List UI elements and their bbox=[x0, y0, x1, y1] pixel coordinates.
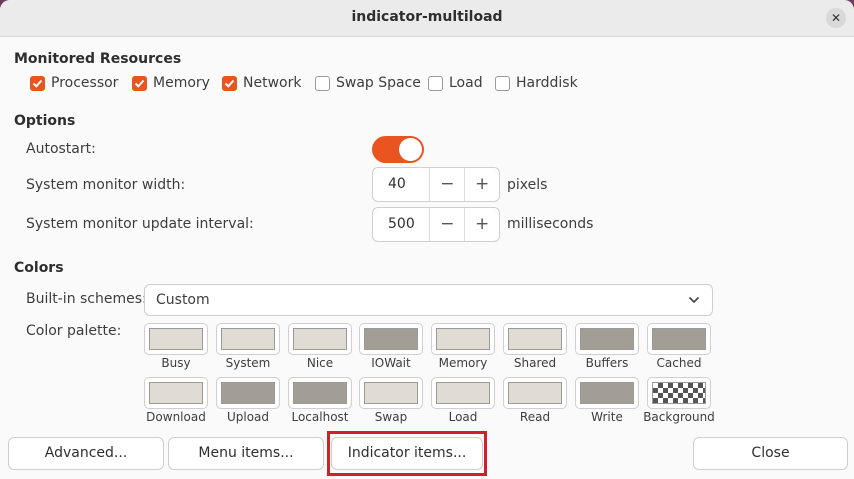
color-swatch-background[interactable] bbox=[647, 377, 711, 409]
checkbox-processor[interactable]: Processor bbox=[30, 75, 118, 91]
swatch-fill bbox=[652, 328, 706, 350]
interval-increment-button[interactable]: + bbox=[464, 208, 499, 241]
interval-label: System monitor update interval: bbox=[26, 216, 254, 232]
schemes-label: Built-in schemes: bbox=[26, 291, 147, 307]
autostart-label: Autostart: bbox=[26, 141, 96, 157]
highlight-box bbox=[327, 431, 487, 476]
swatch-label-load: Load bbox=[448, 410, 478, 424]
width-increment-button[interactable]: + bbox=[464, 168, 499, 201]
swatch-label-cached: Cached bbox=[656, 356, 702, 370]
color-swatch-load[interactable] bbox=[431, 377, 495, 409]
swatch-label-system: System bbox=[225, 356, 271, 370]
close-button[interactable]: Close bbox=[693, 437, 848, 470]
width-spinbutton[interactable]: 40 − + bbox=[372, 167, 500, 202]
checkbox-unchecked-icon bbox=[495, 75, 510, 91]
menu-items-button[interactable]: Menu items... bbox=[168, 437, 324, 470]
interval-unit: milliseconds bbox=[507, 216, 594, 232]
swatch-fill bbox=[508, 328, 562, 350]
swatch-fill bbox=[508, 382, 562, 404]
interval-decrement-button[interactable]: − bbox=[429, 208, 464, 241]
swatch-fill bbox=[364, 328, 418, 350]
preferences-window: indicator-multiload ✕ Monitored Resource… bbox=[0, 0, 854, 479]
color-swatch-download[interactable] bbox=[144, 377, 208, 409]
swatch-label-read: Read bbox=[519, 410, 551, 424]
checkbox-memory[interactable]: Memory bbox=[132, 75, 210, 91]
checkbox-load[interactable]: Load bbox=[428, 75, 483, 91]
swatch-label-buffers: Buffers bbox=[585, 356, 629, 370]
close-icon[interactable]: ✕ bbox=[826, 8, 846, 28]
checkbox-network[interactable]: Network bbox=[222, 75, 301, 91]
swatch-fill bbox=[221, 382, 275, 404]
swatch-label-background: Background bbox=[643, 410, 715, 424]
width-label: System monitor width: bbox=[26, 177, 186, 193]
checkbox-unchecked-icon bbox=[428, 75, 443, 91]
width-unit: pixels bbox=[507, 177, 548, 193]
swatch-fill bbox=[436, 328, 490, 350]
swatch-fill bbox=[436, 382, 490, 404]
checkbox-label: Swap Space bbox=[336, 75, 421, 91]
swatch-label-download: Download bbox=[146, 410, 206, 424]
schemes-dropdown[interactable]: Custom bbox=[144, 284, 713, 316]
palette-label: Color palette: bbox=[26, 323, 122, 339]
options-heading: Options bbox=[14, 113, 76, 129]
autostart-toggle[interactable] bbox=[372, 136, 424, 163]
color-swatch-iowait[interactable] bbox=[359, 323, 423, 355]
color-swatch-localhost[interactable] bbox=[288, 377, 352, 409]
swatch-fill bbox=[580, 382, 634, 404]
swatch-label-iowait: IOWait bbox=[371, 356, 411, 370]
chevron-down-icon bbox=[688, 296, 700, 304]
checkbox-label: Load bbox=[449, 75, 483, 91]
color-swatch-system[interactable] bbox=[216, 323, 280, 355]
swatch-fill bbox=[149, 328, 203, 350]
checkbox-unchecked-icon bbox=[315, 75, 330, 91]
checkbox-checked-icon bbox=[132, 75, 147, 91]
swatch-fill bbox=[580, 328, 634, 350]
checkbox-checked-icon bbox=[222, 75, 237, 91]
checkbox-checked-icon bbox=[30, 75, 45, 91]
swatch-label-write: Write bbox=[591, 410, 623, 424]
swatch-fill bbox=[364, 382, 418, 404]
swatch-label-nice: Nice bbox=[306, 356, 334, 370]
color-swatch-buffers[interactable] bbox=[575, 323, 639, 355]
swatch-fill bbox=[293, 382, 347, 404]
monitored-resources-heading: Monitored Resources bbox=[14, 51, 182, 67]
color-swatch-cached[interactable] bbox=[647, 323, 711, 355]
swatch-label-upload: Upload bbox=[226, 410, 270, 424]
checkbox-label: Memory bbox=[153, 75, 210, 91]
swatch-label-swap: Swap bbox=[374, 410, 408, 424]
schemes-value: Custom bbox=[156, 292, 210, 308]
color-swatch-read[interactable] bbox=[503, 377, 567, 409]
advanced-button[interactable]: Advanced... bbox=[8, 437, 164, 470]
swatch-fill bbox=[221, 328, 275, 350]
colors-heading: Colors bbox=[14, 260, 64, 276]
checkbox-harddisk[interactable]: Harddisk bbox=[495, 75, 578, 91]
swatch-label-localhost: Localhost bbox=[291, 410, 349, 424]
color-swatch-nice[interactable] bbox=[288, 323, 352, 355]
color-swatch-upload[interactable] bbox=[216, 377, 280, 409]
swatch-fill bbox=[293, 328, 347, 350]
interval-value[interactable]: 500 bbox=[373, 208, 429, 241]
color-swatch-write[interactable] bbox=[575, 377, 639, 409]
checkbox-label: Processor bbox=[51, 75, 119, 91]
width-decrement-button[interactable]: − bbox=[429, 168, 464, 201]
color-swatch-busy[interactable] bbox=[144, 323, 208, 355]
interval-spinbutton[interactable]: 500 − + bbox=[372, 207, 500, 242]
checkbox-swap-space[interactable]: Swap Space bbox=[315, 75, 421, 91]
width-value[interactable]: 40 bbox=[373, 168, 429, 201]
title-bar: indicator-multiload ✕ bbox=[0, 0, 854, 37]
checkbox-label: Network bbox=[243, 75, 302, 91]
checkbox-label: Harddisk bbox=[516, 75, 578, 91]
window-title: indicator-multiload bbox=[351, 9, 503, 25]
swatch-fill bbox=[149, 382, 203, 404]
color-swatch-memory[interactable] bbox=[431, 323, 495, 355]
color-swatch-shared[interactable] bbox=[503, 323, 567, 355]
swatch-label-memory: Memory bbox=[438, 356, 488, 370]
swatch-label-shared: Shared bbox=[513, 356, 557, 370]
color-swatch-swap[interactable] bbox=[359, 377, 423, 409]
swatch-label-busy: Busy bbox=[161, 356, 191, 370]
swatch-fill bbox=[652, 382, 706, 404]
toggle-knob bbox=[399, 138, 422, 161]
